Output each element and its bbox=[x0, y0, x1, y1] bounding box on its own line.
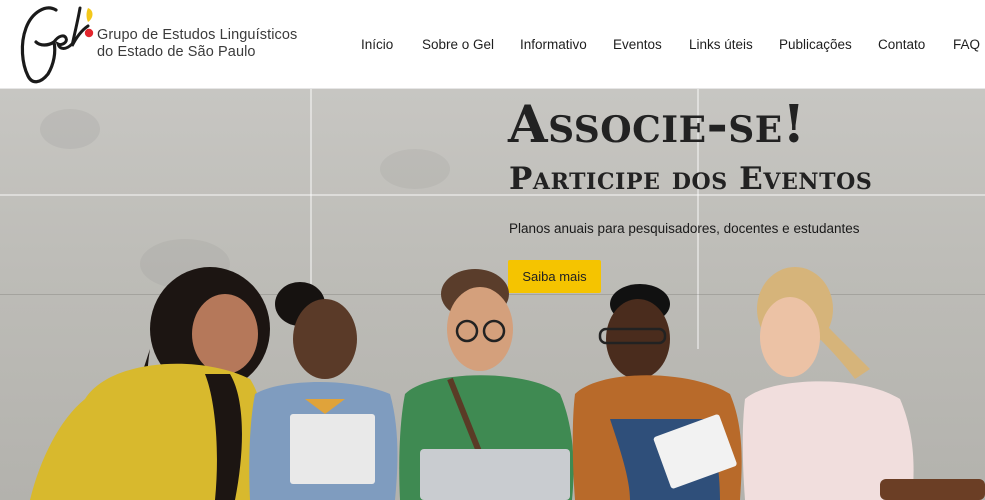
nav-item-informativo[interactable]: Informativo bbox=[520, 37, 587, 52]
hero-subtitle: Participe dos Eventos bbox=[509, 161, 873, 197]
hero-description: Planos anuais para pesquisadores, docent… bbox=[509, 221, 860, 236]
wall-stain bbox=[380, 149, 450, 189]
student-orange-jacket bbox=[572, 284, 742, 500]
nav-item-faq[interactable]: FAQ bbox=[953, 37, 980, 52]
wall-stain bbox=[40, 109, 100, 149]
nav-item-links-uteis[interactable]: Links úteis bbox=[689, 37, 753, 52]
student-pink-jacket bbox=[742, 267, 985, 500]
student-green-shirt bbox=[399, 269, 574, 500]
nav-item-contato[interactable]: Contato bbox=[878, 37, 925, 52]
student-yellow-sweater bbox=[30, 267, 270, 500]
main-nav: Início Sobre o Gel Informativo Eventos L… bbox=[0, 37, 985, 55]
site-header: Grupo de Estudos Linguísticos do Estado … bbox=[0, 0, 985, 89]
nav-item-sobre-o-gel[interactable]: Sobre o Gel bbox=[422, 37, 494, 52]
hero-title: Associe-se! bbox=[508, 95, 806, 155]
nav-item-eventos[interactable]: Eventos bbox=[613, 37, 662, 52]
students-photo bbox=[30, 267, 985, 500]
student-denim-shirt bbox=[249, 282, 398, 500]
nav-item-inicio[interactable]: Início bbox=[361, 37, 393, 52]
nav-item-publicacoes[interactable]: Publicações bbox=[779, 37, 852, 52]
hero-banner: Associe-se! Participe dos Eventos Planos… bbox=[0, 89, 985, 500]
